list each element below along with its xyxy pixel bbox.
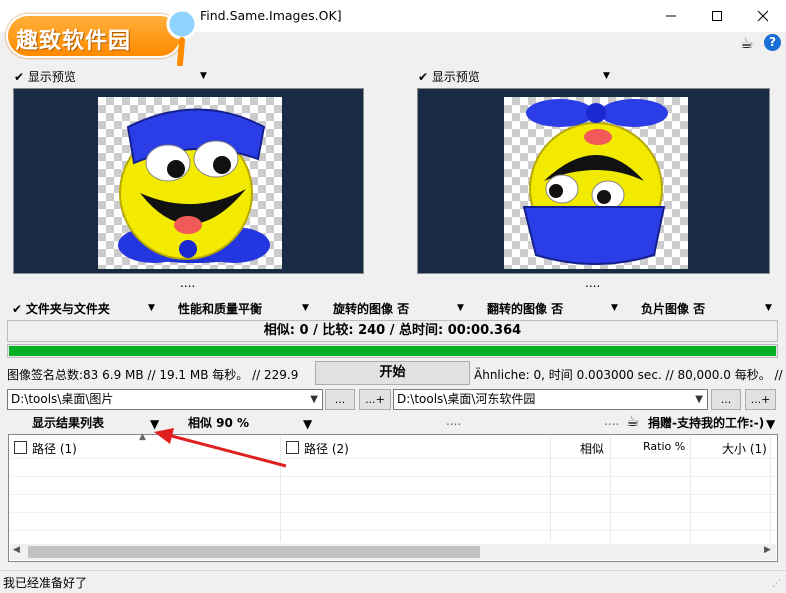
column-path1-header[interactable]: 路径 (1) [14, 440, 77, 457]
signature-stats: 图像签名总数:83 6.9 MB // 19.1 MB 每秒。 // 229.9 [7, 368, 299, 382]
quality-label: 性能和质量平衡 [178, 302, 263, 316]
chevron-down-icon[interactable]: ▼ [148, 303, 155, 319]
watermark-logo: 趣致软件园 [6, 4, 202, 66]
minimize-button[interactable] [648, 0, 694, 32]
list-row-line [10, 458, 776, 459]
sort-up-icon: ▲ [139, 432, 146, 442]
chevron-down-icon[interactable]: ▼ [200, 71, 207, 89]
smiley-image [118, 108, 270, 263]
list-row-line [10, 476, 776, 477]
chevron-down-icon[interactable]: ▼ [303, 417, 312, 435]
chevron-down-icon[interactable]: ▼ [302, 303, 309, 319]
left-folder-combo[interactable]: D:\tools\桌面\图片 ▼ [7, 389, 323, 410]
right-folder-combo[interactable]: D:\tools\桌面\河东软件园 ▼ [393, 389, 708, 410]
magnifier-icon [166, 8, 198, 66]
progress-fill [9, 346, 776, 356]
results-list[interactable] [8, 434, 778, 562]
middle-menu-dots[interactable]: .... [446, 414, 461, 432]
chevron-down-icon[interactable]: ▼ [603, 71, 610, 89]
close-button[interactable] [740, 0, 786, 32]
left-add-button[interactable]: ...+ [359, 389, 391, 410]
column-divider [610, 436, 611, 542]
right-preview-image [504, 97, 688, 269]
start-button[interactable]: 开始 [315, 361, 470, 385]
left-preview-pane [13, 88, 364, 274]
scroll-right-icon[interactable]: ▶ [764, 545, 771, 555]
scrollbar-thumb[interactable] [28, 546, 480, 558]
column-divider [690, 436, 691, 542]
show-results-dropdown[interactable]: 显示结果列表 [32, 414, 104, 432]
folder-mode-dropdown[interactable]: ✔ 文件夹与文件夹 [12, 300, 110, 316]
column-size-header[interactable]: 大小 (1) [722, 440, 767, 457]
right-preview-pane [417, 88, 770, 274]
list-row-line [10, 530, 776, 531]
donate-link[interactable]: 捐赠-支持我的工作:-) [648, 414, 764, 432]
coffee-icon[interactable]: ☕ [740, 34, 753, 52]
chevron-down-icon[interactable]: ▼ [457, 303, 464, 319]
coffee-icon: ☕ [626, 412, 640, 430]
horizontal-scrollbar[interactable]: ◀ ▶ [10, 544, 776, 560]
list-row-line [10, 494, 776, 495]
column-similarity-header[interactable]: 相似 [580, 440, 604, 457]
aehnliche-stats: Ähnliche: 0, 时间 0.003000 sec. // 80,000.… [474, 368, 783, 382]
flip-dropdown[interactable]: 翻转的图像 否 [487, 300, 563, 316]
left-browse-button[interactable]: ... [325, 389, 355, 410]
right-preview-label: 显示预览 [431, 70, 480, 84]
chevron-down-icon[interactable]: ▼ [611, 303, 618, 319]
close-icon [757, 10, 769, 22]
maximize-button[interactable] [694, 0, 740, 32]
status-bar [0, 570, 786, 593]
chevron-down-icon[interactable]: ▼ [765, 303, 772, 319]
rotate-dropdown[interactable]: 旋转的图像 否 [333, 300, 409, 316]
column-divider [770, 436, 771, 542]
column-path1-label: 路径 (1) [32, 442, 77, 456]
minimize-icon [666, 15, 676, 17]
window-title: Find.Same.Images.OK] [200, 8, 342, 23]
right-preview-toggle[interactable]: ✔ 显示预览 [418, 68, 480, 86]
check-icon: ✔ [14, 70, 25, 84]
chevron-down-icon: ▼ [310, 394, 318, 405]
left-preview-toggle[interactable]: ✔ 显示预览 [14, 68, 76, 86]
select-all-checkbox[interactable] [14, 441, 27, 454]
scroll-left-icon[interactable]: ◀ [13, 545, 20, 555]
check-icon: ✔ [12, 302, 23, 316]
rotate-label: 旋转的图像 否 [333, 302, 410, 316]
right-browse-button[interactable]: ... [711, 389, 741, 410]
column-path2-header[interactable]: 路径 (2) [286, 440, 349, 457]
right-add-button[interactable]: ...+ [745, 389, 776, 410]
folder-mode-label: 文件夹与文件夹 [25, 302, 110, 316]
column-path2-label: 路径 (2) [304, 442, 349, 456]
help-icon[interactable]: ? [764, 34, 781, 51]
column-divider [550, 436, 551, 542]
column-ratio-header[interactable]: Ratio % [643, 440, 685, 453]
smiley-image [522, 99, 668, 265]
list-row-line [10, 512, 776, 513]
right-folder-path: D:\tools\桌面\河东软件园 [397, 392, 536, 406]
flip-label: 翻转的图像 否 [487, 302, 564, 316]
chevron-down-icon: ▼ [695, 394, 703, 405]
status-text: 我已经准备好了 [3, 576, 88, 590]
left-preview-image [98, 97, 282, 269]
negative-label: 负片图像 否 [641, 302, 706, 316]
progress-bar [7, 344, 778, 358]
left-preview-dots: .... [180, 276, 196, 290]
similarity-summary: 相似: 0 / 比较: 240 / 总时间: 00:00.364 [7, 320, 778, 342]
watermark-text: 趣致软件园 [16, 28, 132, 54]
quality-dropdown[interactable]: 性能和质量平衡 [178, 300, 262, 316]
right-menu-dots[interactable]: .... [604, 414, 619, 432]
annotation-arrow [154, 428, 287, 468]
check-icon: ✔ [418, 70, 429, 84]
resize-grip-icon[interactable]: ⋰ [772, 579, 781, 589]
right-preview-dots: .... [585, 276, 601, 290]
left-preview-label: 显示预览 [27, 70, 76, 84]
maximize-icon [712, 11, 722, 21]
negative-dropdown[interactable]: 负片图像 否 [641, 300, 705, 316]
chevron-down-icon[interactable]: ▼ [766, 417, 775, 435]
donate-label: 捐赠-支持我的工作:-) [648, 416, 765, 430]
show-results-label: 显示结果列表 [32, 416, 105, 430]
left-folder-path: D:\tools\桌面\图片 [11, 392, 114, 406]
